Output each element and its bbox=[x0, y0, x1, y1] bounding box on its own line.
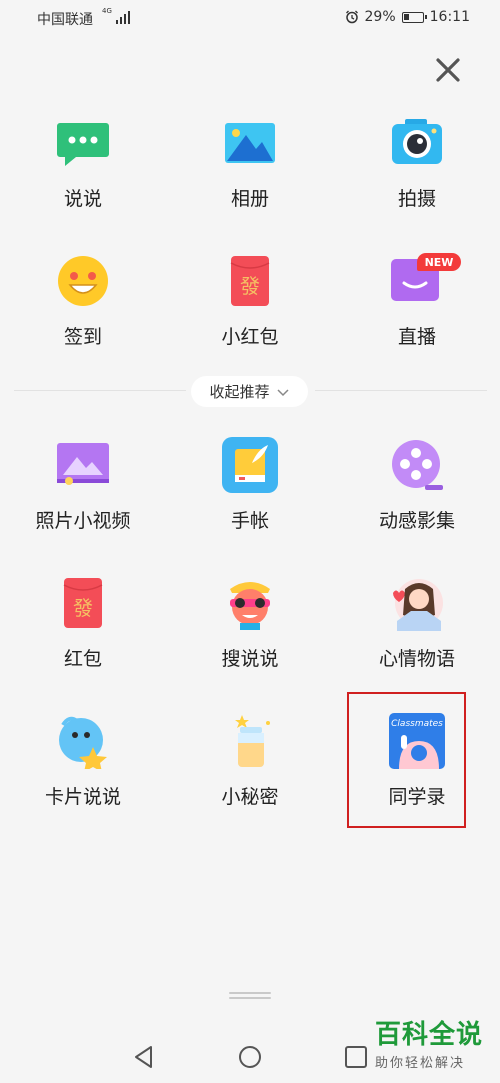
item-label: 说说 bbox=[63, 188, 102, 210]
item-label: 小红包 bbox=[221, 326, 279, 348]
camera-icon bbox=[389, 115, 445, 171]
divider-left bbox=[14, 390, 186, 391]
item-label: 直播 bbox=[397, 326, 436, 348]
divider-right bbox=[315, 390, 487, 391]
watermark-title: 百科全说 bbox=[375, 1020, 484, 1050]
secret-bottle-icon bbox=[222, 713, 278, 769]
item-label: 照片小视频 bbox=[35, 510, 131, 532]
notebook-icon bbox=[222, 437, 278, 493]
red-envelope-icon: 發 bbox=[55, 575, 111, 631]
item-label: 签到 bbox=[63, 326, 102, 348]
item-label: 手帐 bbox=[230, 510, 269, 532]
album-button[interactable]: 相册 bbox=[167, 115, 333, 225]
collapse-label: 收起推荐 bbox=[209, 383, 270, 401]
item-label: 拍摄 bbox=[397, 188, 436, 210]
item-label: 相册 bbox=[230, 188, 269, 210]
home-button[interactable] bbox=[235, 1042, 265, 1072]
item-label: 卡片说说 bbox=[44, 786, 121, 808]
smiley-checkin-icon bbox=[55, 253, 111, 309]
photo-video-icon bbox=[55, 437, 111, 493]
status-bar: 中国联通 4G 29% 16:11 bbox=[0, 0, 500, 34]
highlight-box bbox=[347, 692, 466, 828]
item-label: 搜说说 bbox=[221, 648, 279, 670]
search-mood-button[interactable]: 搜说说 bbox=[167, 575, 333, 685]
card-mood-button[interactable]: 卡片说说 bbox=[0, 713, 166, 823]
recents-button[interactable] bbox=[341, 1042, 371, 1072]
close-button[interactable] bbox=[430, 52, 466, 88]
girl-heart-icon bbox=[389, 575, 445, 631]
network-type: 4G bbox=[102, 7, 112, 15]
red-packet-button[interactable]: 發 红包 bbox=[0, 575, 166, 685]
camera-button[interactable]: 拍摄 bbox=[334, 115, 500, 225]
new-badge: NEW bbox=[417, 253, 461, 271]
item-label: 心情物语 bbox=[378, 648, 455, 670]
post-mood-button[interactable]: 说说 bbox=[0, 115, 166, 225]
photo-album-icon bbox=[222, 115, 278, 171]
small-red-packet-button[interactable]: 發 小红包 bbox=[167, 253, 333, 363]
watermark-logo: 百科全说 助你轻松解决 bbox=[375, 1020, 493, 1071]
checkin-button[interactable]: 签到 bbox=[0, 253, 166, 363]
notebook-button[interactable]: 手帐 bbox=[167, 437, 333, 547]
little-secret-button[interactable]: 小秘密 bbox=[167, 713, 333, 823]
photo-video-button[interactable]: 照片小视频 bbox=[0, 437, 166, 547]
svg-text:發: 發 bbox=[240, 274, 260, 298]
item-label: 动感影集 bbox=[378, 510, 455, 532]
live-button[interactable]: NEW 直播 bbox=[334, 253, 500, 363]
recents-square-icon bbox=[345, 1046, 367, 1068]
back-triangle-icon bbox=[135, 1046, 152, 1068]
battery-percent: 29% bbox=[364, 9, 396, 25]
home-circle-icon bbox=[239, 1046, 261, 1068]
bird-character-icon bbox=[55, 713, 111, 772]
svg-text:發: 發 bbox=[73, 596, 93, 620]
back-button[interactable] bbox=[129, 1042, 159, 1072]
carrier-name: 中国联通 bbox=[37, 12, 93, 28]
chevron-down-icon bbox=[276, 388, 289, 396]
close-icon bbox=[436, 58, 460, 82]
film-reel-icon bbox=[389, 437, 445, 493]
watermark-subtitle: 助你轻松解决 bbox=[375, 1056, 466, 1071]
alarm-icon bbox=[345, 10, 358, 24]
chat-bubble-icon bbox=[55, 115, 111, 171]
red-envelope-icon: 發 bbox=[222, 253, 278, 309]
item-label: 小秘密 bbox=[221, 786, 279, 808]
drag-handle[interactable] bbox=[229, 992, 271, 1000]
dynamic-album-button[interactable]: 动感影集 bbox=[334, 437, 500, 547]
item-label: 红包 bbox=[63, 648, 102, 670]
mood-story-button[interactable]: 心情物语 bbox=[334, 575, 500, 685]
sunglasses-character-icon bbox=[222, 575, 278, 631]
clock: 16:11 bbox=[429, 9, 470, 25]
collapse-recommendations-button[interactable]: 收起推荐 bbox=[191, 376, 308, 407]
battery-icon bbox=[401, 11, 427, 23]
signal-icon: 4G bbox=[102, 8, 130, 24]
